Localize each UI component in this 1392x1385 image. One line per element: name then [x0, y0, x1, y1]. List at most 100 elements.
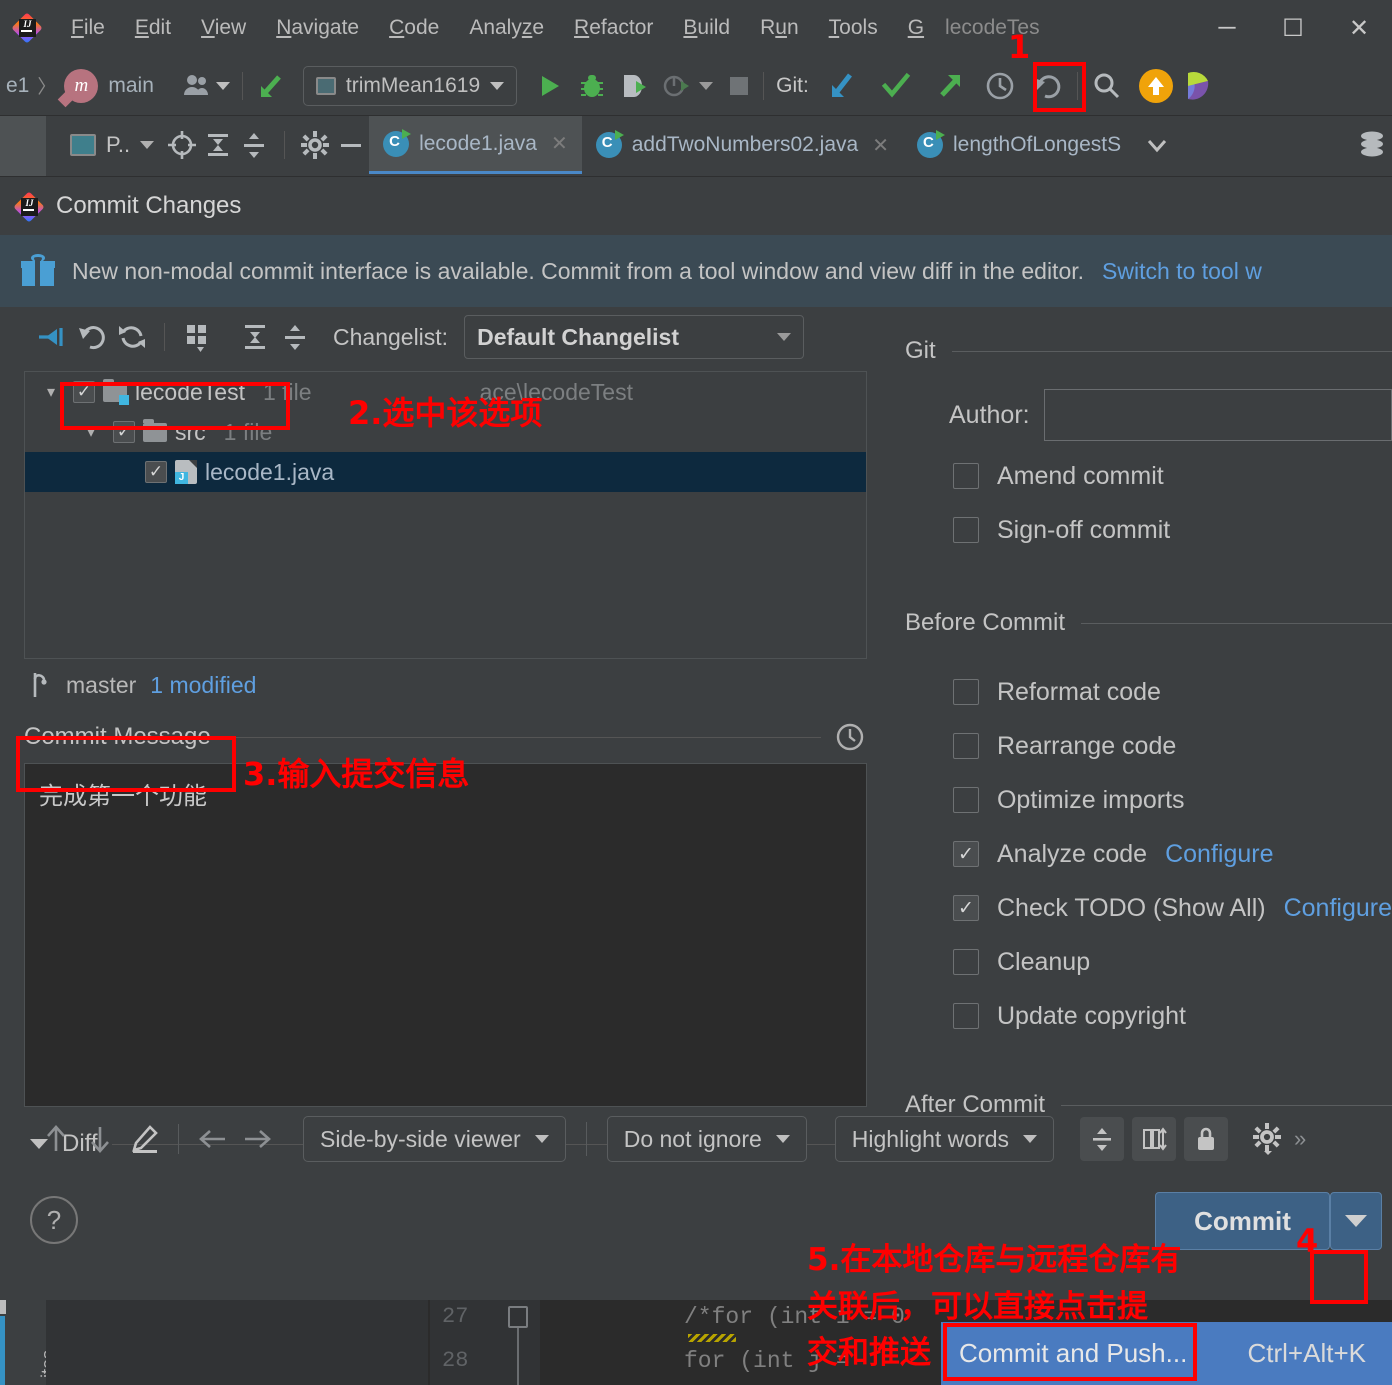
checkbox[interactable]: ✓: [952, 895, 979, 921]
run-with-coverage-button[interactable]: [619, 71, 649, 101]
close-icon[interactable]: ✕: [872, 133, 889, 158]
option-optimize-imports[interactable]: Optimize imports: [891, 773, 1392, 827]
read-only-lock-icon[interactable]: [1184, 1117, 1229, 1161]
analyze-code-configure-link[interactable]: Configure: [1165, 840, 1273, 869]
history-icon[interactable]: [983, 69, 1017, 103]
rollback-icon[interactable]: [74, 319, 110, 355]
tab-addtwonumbers02-java[interactable]: addTwoNumbers02.java ✕: [582, 116, 903, 174]
maximize-button[interactable]: ☐: [1260, 0, 1326, 56]
commit-message-input[interactable]: 完成第一个功能: [24, 763, 867, 1107]
group-by-icon[interactable]: [179, 319, 215, 355]
fold-marker-icon[interactable]: [508, 1306, 528, 1328]
favorites-tool-window-tab[interactable]: ites: [14, 1300, 58, 1385]
commit-dropdown-menu[interactable]: Commit and Push... Ctrl+Alt+K: [941, 1322, 1392, 1385]
menu-file[interactable]: File: [56, 0, 120, 56]
run-configuration-selector[interactable]: trimMean1619: [302, 65, 518, 106]
breadcrumb-first[interactable]: e1: [0, 74, 29, 98]
breadcrumb-second[interactable]: main: [98, 74, 154, 98]
checkbox[interactable]: [952, 463, 979, 489]
move-to-changelist-icon[interactable]: [34, 319, 70, 355]
menu-navigate[interactable]: Navigate: [261, 0, 374, 56]
commit-message-history-icon[interactable]: [833, 720, 867, 754]
git-update-project-icon[interactable]: [825, 69, 859, 103]
project-view-button[interactable]: P..: [60, 116, 164, 174]
menu-analyze[interactable]: Analyze: [454, 0, 559, 56]
search-icon[interactable]: [1090, 70, 1122, 102]
author-input[interactable]: [1043, 389, 1392, 441]
vcs-update-icon[interactable]: [255, 69, 289, 103]
help-button[interactable]: ?: [30, 1196, 78, 1244]
people-dropdown-icon[interactable]: [215, 81, 230, 90]
accept-left-icon[interactable]: [195, 1121, 231, 1157]
menu-git[interactable]: G: [893, 0, 939, 56]
collapse-all-icon[interactable]: [236, 127, 272, 163]
previous-difference-icon[interactable]: [38, 1121, 74, 1157]
option-reformat-code[interactable]: Reformat code: [891, 665, 1392, 719]
highlight-mode-select[interactable]: Highlight words: [834, 1116, 1055, 1162]
menu-code[interactable]: Code: [374, 0, 454, 56]
switch-to-tool-window-link[interactable]: Switch to tool w: [1102, 258, 1262, 285]
gear-icon[interactable]: [1250, 1121, 1286, 1157]
synchronize-scroll-icon[interactable]: [1132, 1117, 1177, 1161]
expand-all-icon[interactable]: [200, 127, 236, 163]
menu-build[interactable]: Build: [668, 0, 745, 56]
locate-icon[interactable]: [164, 127, 200, 163]
option-analyze-code[interactable]: ✓ Analyze code Configure: [891, 827, 1392, 881]
gear-icon[interactable]: [297, 127, 333, 163]
commit-and-push-item[interactable]: Commit and Push...: [941, 1338, 1187, 1369]
chevron-expanded-icon[interactable]: ▾: [47, 382, 65, 402]
chevron-expanded-icon[interactable]: ▾: [87, 422, 105, 442]
ignore-policy-select[interactable]: Do not ignore: [606, 1116, 807, 1162]
revert-icon[interactable]: [1031, 69, 1065, 103]
close-icon[interactable]: ✕: [551, 131, 568, 156]
edit-source-icon[interactable]: [126, 1121, 162, 1157]
more-actions-icon[interactable]: »: [1294, 1126, 1306, 1152]
checkbox[interactable]: ✓: [145, 461, 167, 483]
diff-viewer-select[interactable]: Side-by-side viewer: [303, 1116, 566, 1162]
checkbox[interactable]: ✓: [952, 841, 979, 867]
stop-button[interactable]: [727, 74, 751, 98]
close-button[interactable]: ✕: [1326, 0, 1392, 56]
debug-button[interactable]: [577, 71, 607, 101]
option-amend-commit[interactable]: Amend commit: [891, 449, 1392, 503]
minimize-button[interactable]: ─: [1194, 0, 1260, 56]
checkbox[interactable]: ✓: [113, 421, 135, 443]
accept-right-icon[interactable]: [239, 1121, 275, 1157]
next-difference-icon[interactable]: [82, 1121, 118, 1157]
checkbox[interactable]: [952, 517, 979, 543]
expand-all-icon[interactable]: [237, 319, 273, 355]
tree-row-file[interactable]: ✓ J lecode1.java: [25, 452, 866, 492]
checkbox[interactable]: [952, 787, 979, 813]
tab-lengthoflongests-java[interactable]: lengthOfLongestS: [903, 116, 1135, 174]
people-icon[interactable]: [182, 73, 216, 99]
menu-run[interactable]: Run: [745, 0, 814, 56]
tab-lecode1-java[interactable]: lecode1.java ✕: [369, 116, 582, 174]
hide-icon[interactable]: [333, 127, 369, 163]
tab-list-chevron-icon[interactable]: [1139, 127, 1175, 163]
collapse-all-icon[interactable]: [277, 319, 313, 355]
run-button[interactable]: [533, 70, 565, 102]
modified-count[interactable]: 1 modified: [150, 672, 256, 699]
collapse-unchanged-icon[interactable]: [1080, 1117, 1125, 1161]
plugin-icon[interactable]: [1182, 69, 1216, 103]
option-cleanup[interactable]: Cleanup: [891, 935, 1392, 989]
checkbox[interactable]: [952, 679, 979, 705]
commit-dropdown-button[interactable]: [1330, 1192, 1382, 1250]
checkbox[interactable]: ✓: [73, 381, 95, 403]
git-commit-icon[interactable]: [879, 69, 913, 103]
update-available-icon[interactable]: [1136, 66, 1176, 106]
changelist-select[interactable]: Default Changelist: [464, 315, 805, 359]
checkbox[interactable]: [952, 733, 979, 759]
database-icon[interactable]: [1354, 127, 1390, 163]
option-rearrange-code[interactable]: Rearrange code: [891, 719, 1392, 773]
menu-tools[interactable]: Tools: [814, 0, 893, 56]
menu-refactor[interactable]: Refactor: [559, 0, 668, 56]
profiler-button[interactable]: [661, 71, 691, 101]
menu-view[interactable]: View: [186, 0, 261, 56]
checkbox[interactable]: [952, 949, 979, 975]
checkbox[interactable]: [952, 1003, 979, 1029]
profiler-dropdown-icon[interactable]: [699, 81, 714, 90]
menu-edit[interactable]: Edit: [120, 0, 186, 56]
check-todo-configure-link[interactable]: Configure: [1284, 894, 1392, 923]
option-check-todo[interactable]: ✓ Check TODO (Show All) Configure: [891, 881, 1392, 935]
